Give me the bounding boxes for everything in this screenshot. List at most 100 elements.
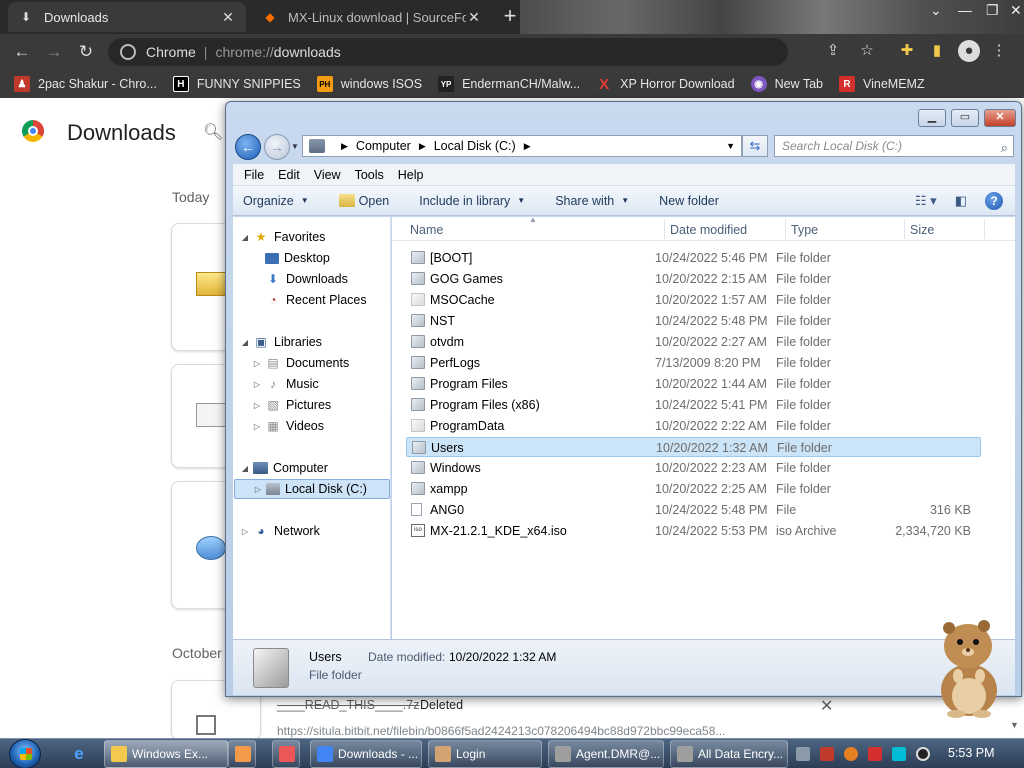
download-filename[interactable]: ____READ_THIS____.7z (277, 698, 419, 712)
column-divider[interactable] (904, 219, 905, 239)
column-header-size[interactable]: Size (910, 223, 934, 237)
nav-local-disk[interactable]: ▷ Local Disk (C:) (234, 479, 390, 499)
star-icon[interactable]: ☆ (856, 40, 878, 62)
search-icon[interactable]: 🔍︎ (203, 122, 223, 142)
side-panel-icon[interactable]: ▮ (926, 40, 948, 62)
menu-view[interactable]: View (307, 168, 348, 182)
organize-button[interactable]: Organize ▼ (243, 194, 309, 208)
bookmark-windows-isos[interactable]: PH windows ISOS (316, 76, 422, 92)
tray-tool-icon[interactable] (820, 747, 834, 761)
new-folder-button[interactable]: New folder (659, 194, 719, 208)
new-tab-button[interactable]: + (498, 5, 522, 29)
close-tab-icon[interactable]: ✕ (220, 9, 236, 26)
nav-network[interactable]: ▷ ◕ Network (239, 521, 320, 541)
collapse-arrow-icon[interactable]: ◢ (239, 464, 251, 473)
refresh-button[interactable]: ⇆ (742, 135, 768, 157)
nav-pictures[interactable]: ▷ ▧ Pictures (251, 395, 331, 415)
download-url[interactable]: https://situla.bitbit.net/filebin/b0866f… (277, 724, 777, 738)
file-row[interactable]: NST 10/24/2022 5:48 PM File folder (406, 311, 981, 331)
expand-arrow-icon[interactable]: ▷ (251, 380, 263, 389)
breadcrumb-separator[interactable]: ▶ (419, 141, 426, 152)
file-row[interactable]: otvdm 10/20/2022 2:27 AM File folder (406, 332, 981, 352)
preview-pane-icon[interactable]: ◧ (955, 193, 967, 209)
menu-dots-icon[interactable]: ⋮ (988, 40, 1010, 62)
file-row[interactable]: PerfLogs 7/13/2009 8:20 PM File folder (406, 353, 981, 373)
share-with-button[interactable]: Share with ▼ (555, 194, 629, 208)
breadcrumb-computer[interactable]: Computer (356, 139, 411, 153)
taskbar-button[interactable]: Downloads - ... (310, 740, 422, 768)
include-in-library-button[interactable]: Include in library ▼ (419, 194, 525, 208)
close-window-icon[interactable]: ✕ (1010, 2, 1022, 19)
taskbar-button[interactable]: All Data Encry... (670, 740, 788, 768)
reload-icon[interactable]: ↻ (74, 40, 98, 64)
tray-monitor-icon[interactable] (892, 747, 906, 761)
taskbar-button[interactable] (228, 740, 256, 768)
file-row[interactable]: Program Files (x86) 10/24/2022 5:41 PM Fil… (406, 395, 981, 415)
close-button[interactable]: ✕ (984, 109, 1016, 127)
close-tab-icon[interactable]: ✕ (466, 9, 482, 26)
nav-documents[interactable]: ▷ ▤ Documents (251, 353, 349, 373)
bookmark-2pac[interactable]: ♟ 2pac Shakur - Chro... (14, 76, 157, 92)
minimize-icon[interactable]: — (958, 2, 972, 18)
profile-avatar-icon[interactable]: ● (958, 40, 980, 62)
bookmark-endermanch[interactable]: YP EndermanCH/Malw... (438, 76, 580, 92)
taskbar-button[interactable] (272, 740, 300, 768)
bookmark-new-tab[interactable]: ◉ New Tab (750, 76, 823, 92)
scroll-down-arrow-icon[interactable]: ▼ (1010, 720, 1019, 730)
taskbar-button[interactable]: Windows Ex... (104, 740, 228, 768)
menu-file[interactable]: File (237, 168, 271, 182)
share-icon[interactable]: ⇪ (822, 40, 844, 62)
taskbar-button[interactable]: Login (428, 740, 542, 768)
breadcrumb-local-disk[interactable]: Local Disk (C:) (434, 139, 516, 153)
search-icon[interactable]: ⌕ (1001, 138, 1008, 158)
hamster-mascot[interactable] (932, 614, 1006, 718)
file-row[interactable]: ANG0 10/24/2022 5:48 PM File 316 KB (406, 500, 981, 520)
nav-recent-places[interactable]: ◔ Recent Places (251, 290, 366, 310)
expand-arrow-icon[interactable]: ▷ (251, 359, 263, 368)
nav-libraries[interactable]: ◢ ▣ Libraries (239, 332, 322, 352)
extensions-icon[interactable]: ✚ (896, 40, 918, 62)
bookmark-funny-snippies[interactable]: H FUNNY SNIPPIES (172, 76, 301, 92)
collapse-arrow-icon[interactable]: ◢ (239, 233, 251, 242)
breadcrumb-separator[interactable]: ▶ (341, 141, 348, 152)
address-history-dropdown-icon[interactable]: ▼ (726, 141, 735, 151)
taskbar-button[interactable]: Agent.DMR@... (548, 740, 664, 768)
minimize-button[interactable]: ▁ (918, 109, 946, 127)
tray-search-icon[interactable] (844, 747, 858, 761)
file-row[interactable]: Users 10/20/2022 1:32 AM File folder (406, 437, 981, 457)
forward-arrow-icon[interactable]: → (42, 40, 66, 64)
tray-flag-icon[interactable] (868, 747, 882, 761)
menu-tools[interactable]: Tools (348, 168, 391, 182)
tab-search-chevron-icon[interactable]: ⌄ (930, 2, 942, 19)
address-bar[interactable]: ▶ Computer ▶ Local Disk (C:) ▶ ▼ (302, 135, 742, 157)
column-divider[interactable] (785, 219, 786, 239)
internet-explorer-icon[interactable]: e (68, 743, 90, 765)
address-bar[interactable]: Chrome | chrome:// downloads (108, 38, 788, 66)
collapse-arrow-icon[interactable]: ◢ (239, 338, 251, 347)
open-button[interactable]: Open (338, 194, 389, 208)
tab-sourceforge[interactable]: ◆ MX-Linux download | SourceFor ✕ (252, 2, 492, 32)
breadcrumb-separator[interactable]: ▶ (524, 141, 531, 152)
tray-network-icon[interactable] (796, 747, 810, 761)
recent-pages-chevron-icon[interactable]: ▼ (291, 142, 299, 151)
column-header-name[interactable]: Name (410, 223, 443, 237)
back-button[interactable]: ← (235, 134, 261, 160)
column-header-date[interactable]: Date modified (670, 223, 747, 237)
expand-arrow-icon[interactable]: ▷ (252, 485, 264, 494)
tab-downloads[interactable]: ⬇ Downloads ✕ (8, 2, 246, 32)
nav-downloads[interactable]: ⬇ Downloads (251, 269, 348, 289)
file-row[interactable]: [BOOT] 10/24/2022 5:46 PM File folder (406, 248, 981, 268)
bookmark-xp-horror[interactable]: X XP Horror Download (596, 76, 734, 93)
tray-volume-icon[interactable] (916, 747, 930, 761)
back-arrow-icon[interactable]: ← (10, 40, 34, 64)
column-header-type[interactable]: Type (791, 223, 818, 237)
nav-music[interactable]: ▷ ♪ Music (251, 374, 319, 394)
maximize-icon[interactable]: ❐ (986, 2, 999, 19)
file-row[interactable]: iso MX-21.2.1_KDE_x64.iso 10/24/2022 5:53 … (406, 521, 981, 541)
nav-favorites[interactable]: ◢ ★ Favorites (239, 227, 325, 247)
change-view-icon[interactable]: ☷ ▾ (915, 193, 937, 209)
menu-edit[interactable]: Edit (271, 168, 307, 182)
nav-videos[interactable]: ▷ ▦ Videos (251, 416, 324, 436)
search-input[interactable]: Search Local Disk (C:) ⌕ (774, 135, 1014, 157)
start-button[interactable] (9, 739, 41, 768)
